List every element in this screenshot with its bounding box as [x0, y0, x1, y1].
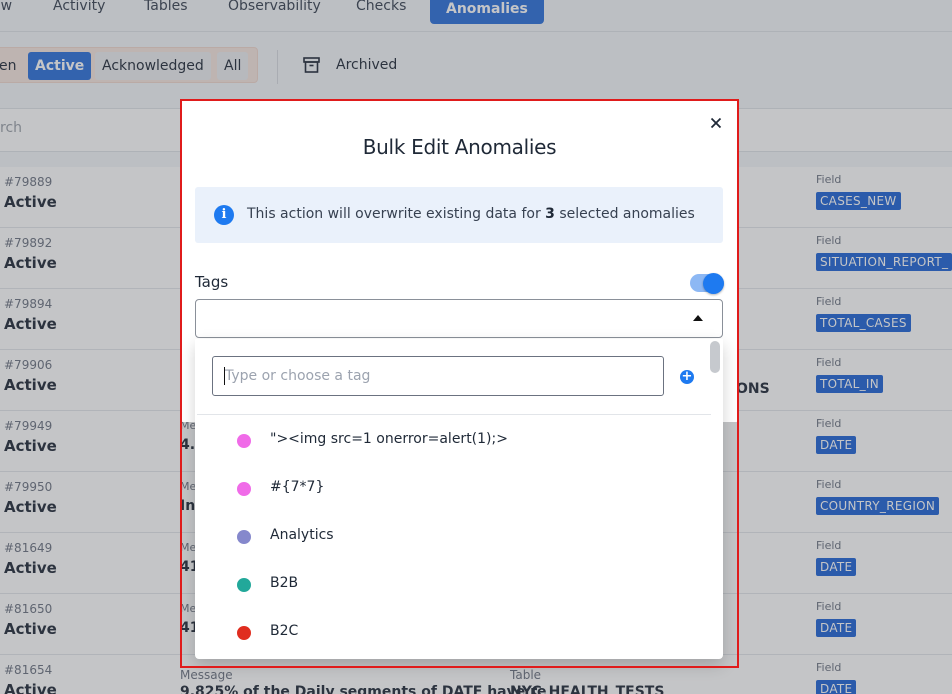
- dropdown-scrollbar[interactable]: [710, 341, 720, 373]
- tag-color-dot: [237, 482, 251, 496]
- tag-name: B2C: [270, 623, 299, 639]
- modal-title: Bulk Edit Anomalies: [362, 135, 557, 159]
- caret-up-icon[interactable]: [693, 315, 703, 321]
- tag-color-dot: [237, 434, 251, 448]
- tag-name: #{7*7}: [270, 479, 325, 495]
- dropdown-divider: [197, 414, 711, 415]
- info-prefix: This action will overwrite existing data…: [247, 206, 546, 222]
- close-button[interactable]: [705, 112, 727, 134]
- info-suffix: selected anomalies: [554, 206, 695, 222]
- tag-option[interactable]: Analytics: [195, 513, 711, 561]
- info-icon: i: [214, 205, 234, 225]
- tag-option[interactable]: B2B: [195, 561, 711, 609]
- tags-toggle-knob[interactable]: [703, 273, 724, 294]
- tag-color-dot: [237, 626, 251, 640]
- tag-option[interactable]: "><img src=1 onerror=alert(1);>: [195, 417, 711, 465]
- tag-option[interactable]: B2C: [195, 609, 711, 657]
- text-cursor: [224, 367, 225, 385]
- add-tag-icon[interactable]: +: [680, 370, 694, 384]
- tags-label: Tags: [195, 273, 229, 291]
- tag-color-dot: [237, 530, 251, 544]
- tag-name: "><img src=1 onerror=alert(1);>: [270, 431, 508, 447]
- tag-option[interactable]: #{7*7}: [195, 465, 711, 513]
- info-message: This action will overwrite existing data…: [247, 206, 695, 222]
- tag-name: B2B: [270, 575, 299, 591]
- selected-count: 3: [545, 206, 555, 222]
- tags-select[interactable]: [195, 299, 723, 338]
- tag-name: Analytics: [270, 527, 334, 543]
- tag-color-dot: [237, 578, 251, 592]
- tag-search-placeholder: Type or choose a tag: [225, 368, 371, 384]
- close-icon: [710, 117, 722, 129]
